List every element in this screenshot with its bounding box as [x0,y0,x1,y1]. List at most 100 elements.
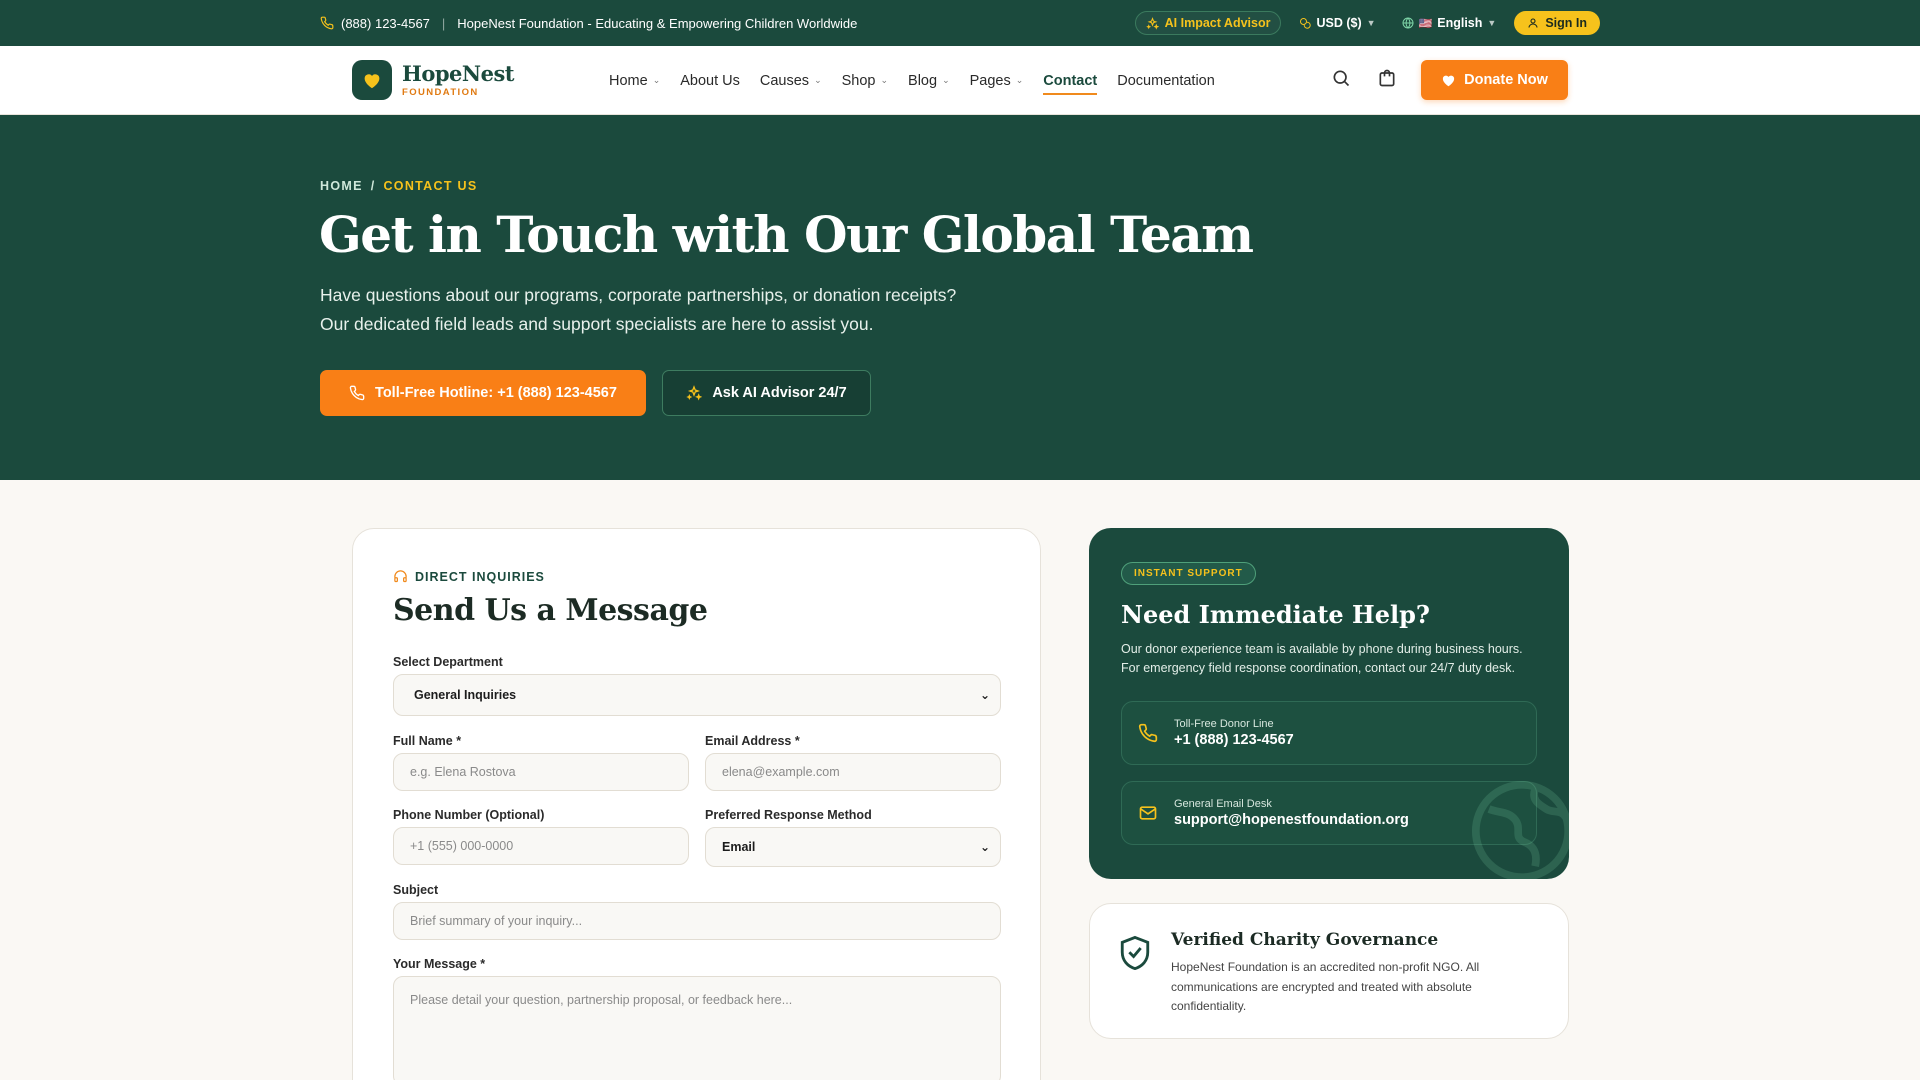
instant-support-badge: INSTANT SUPPORT [1121,562,1256,585]
nav-item-causes[interactable]: Causes ⌄ [760,46,822,115]
hero-description: Have questions about our programs, corpo… [320,281,1040,339]
breadcrumb-current: CONTACT US [383,179,478,193]
chevron-down-icon: ⌄ [1015,75,1024,85]
donor-phone-key: Toll-Free Donor Line [1174,718,1274,730]
shield-check-icon [1118,934,1152,977]
response-method-value: Email [722,840,756,854]
nav-item-contact[interactable]: Contact [1043,46,1097,115]
response-method-select[interactable]: Email ⌄ [705,827,1001,867]
sparkles-icon [1145,16,1159,30]
hero-description-line: Our dedicated field leads and support sp… [320,314,874,334]
hero-description-line: Have questions about our programs, corpo… [320,285,957,305]
verified-governance-card: Verified Charity Governance HopeNest Fou… [1089,903,1569,1039]
full-name-label: Full Name * [393,734,462,748]
nav-item-shop[interactable]: Shop ⌄ [842,46,888,115]
heart-icon [1442,75,1455,87]
user-icon [1528,18,1538,28]
chevron-down-icon: ⌄ [979,688,990,702]
search-icon[interactable] [1331,68,1351,93]
phone-icon [1138,723,1158,743]
phone-icon [320,16,334,30]
coins-icon [1300,18,1312,29]
chevron-down-icon: ⌄ [979,840,990,854]
nav-item-label: Contact [1043,72,1098,89]
chevron-down-icon: ⌄ [652,75,661,85]
donate-now-button[interactable]: Donate Now [1421,60,1568,100]
verified-title: Verified Charity Governance [1171,930,1439,950]
phone-icon [349,385,365,401]
toll-free-hotline-label: Toll-Free Hotline: +1 (888) 123-4567 [375,385,617,401]
nav-item-label: About Us [680,72,740,89]
donate-now-label: Donate Now [1464,72,1548,88]
sign-in-button[interactable]: Sign In [1514,11,1600,35]
globe-watermark-icon [1471,780,1569,879]
ai-impact-advisor-button[interactable]: AI Impact Advisor [1134,11,1282,35]
top-bar: (888) 123-4567 | HopeNest Foundation - E… [0,0,1920,46]
message-textarea[interactable]: Please detail your question, partnership… [393,976,1001,1080]
email-desk-key: General Email Desk [1174,798,1272,810]
email-input[interactable]: elena@example.com [705,753,1001,791]
chevron-down-icon: ⌄ [942,75,950,85]
nav-item-documentation[interactable]: Documentation [1117,46,1215,115]
shopping-bag-icon[interactable] [1377,68,1397,93]
nav-item-home[interactable]: Home ⌄ [609,46,660,115]
chevron-down-icon: ▼ [1487,18,1497,28]
heart-logo-icon [352,60,392,100]
toll-free-hotline-button[interactable]: Toll-Free Hotline: +1 (888) 123-4567 [320,370,646,416]
nav-item-label: Home [609,72,648,89]
topbar-phone-text: (888) 123-4567 [341,15,430,31]
currency-label: USD ($) [1316,16,1362,30]
email-placeholder: elena@example.com [722,765,840,779]
message-placeholder: Please detail your question, partnership… [410,993,793,1007]
breadcrumb-separator: / [370,179,376,193]
response-method-label: Preferred Response Method [705,808,872,822]
help-description: Our donor experience team is available b… [1121,642,1523,675]
headset-icon [394,570,407,583]
verified-text: HopeNest Foundation is an accredited non… [1171,960,1480,1013]
donor-phone-line[interactable]: Toll-Free Donor Line +1 (888) 123-4567 [1121,701,1537,765]
full-name-placeholder: e.g. Elena Rostova [410,765,516,779]
department-label: Select Department [393,655,503,669]
contact-hero: HOME / CONTACT US Get in Touch with Our … [0,115,1920,480]
nav-item-label: Blog [908,72,938,89]
donor-phone-value: +1 (888) 123-4567 [1174,732,1294,748]
form-title: Send Us a Message [393,593,708,628]
phone-label: Phone Number (Optional) [393,808,545,822]
nav-item-blog[interactable]: Blog ⌄ [908,46,950,115]
logo-subtitle: FOUNDATION [402,86,479,98]
ask-ai-advisor-button[interactable]: Ask AI Advisor 24/7 [662,370,871,416]
logo-name: HopeNest [402,60,514,86]
department-select[interactable]: General Inquiries ⌄ [393,674,1001,716]
nav-item-about-us[interactable]: About Us [680,46,740,115]
ask-ai-advisor-label: Ask AI Advisor 24/7 [712,385,847,401]
contact-form-card: DIRECT INQUIRIES Send Us a Message Selec… [352,528,1041,1080]
full-name-input[interactable]: e.g. Elena Rostova [393,753,689,791]
topbar-tagline: HopeNest Foundation - Educating & Empowe… [457,15,858,31]
department-select-value: General Inquiries [414,688,517,702]
page-title: Get in Touch with Our Global Team [319,205,1254,264]
sparkles-icon [686,385,703,401]
nav-item-label: Causes [759,72,810,89]
form-eyebrow: DIRECT INQUIRIES [393,569,545,584]
phone-placeholder: +1 (555) 000-0000 [410,839,514,853]
topbar-phone-link[interactable]: (888) 123-4567 [320,16,430,31]
language-label: English [1437,16,1483,30]
sign-in-label: Sign In [1545,16,1587,30]
currency-dropdown[interactable]: USD ($) ▼ [1291,12,1383,34]
email-desk-value: support@hopenestfoundation.org [1174,812,1409,828]
chevron-down-icon: ▼ [1366,18,1376,28]
chevron-down-icon: ⌄ [880,75,889,85]
subject-input[interactable]: Brief summary of your inquiry... [393,902,1001,940]
email-label: Email Address * [705,734,800,748]
nav-item-pages[interactable]: Pages ⌄ [970,46,1024,115]
globe-icon [1402,17,1414,29]
message-label: Your Message * [393,957,486,971]
help-title: Need Immediate Help? [1121,600,1430,629]
ai-impact-advisor-label: AI Impact Advisor [1164,16,1271,30]
phone-input[interactable]: +1 (555) 000-0000 [393,827,689,865]
language-dropdown[interactable]: 🇺🇸 English ▼ [1394,12,1505,34]
breadcrumb-home[interactable]: HOME [320,179,363,193]
subject-placeholder: Brief summary of your inquiry... [410,914,583,928]
immediate-help-card: INSTANT SUPPORT Need Immediate Help? Our… [1089,528,1569,879]
site-logo[interactable]: HopeNest FOUNDATION [352,60,514,100]
